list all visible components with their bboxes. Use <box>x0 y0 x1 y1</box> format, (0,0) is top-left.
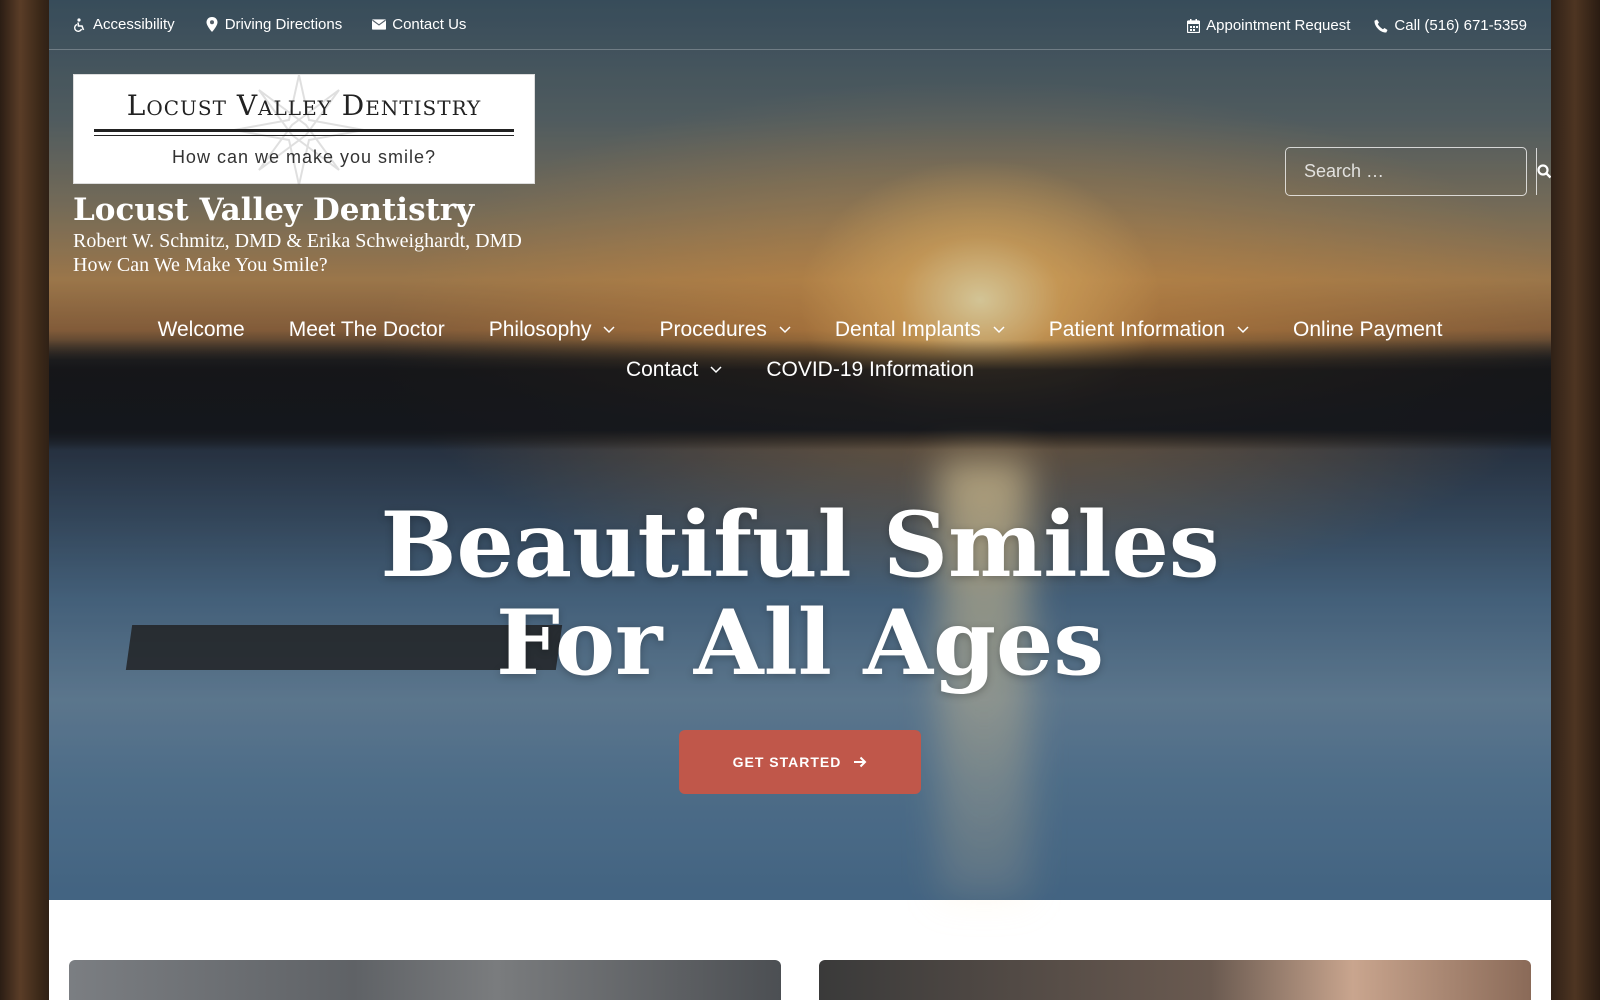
driving-directions-label: Driving Directions <box>224 16 343 33</box>
nav-item-patient-information[interactable]: Patient Information <box>1049 318 1249 342</box>
site-description: Robert W. Schmitz, DMD & Erika Schweigha… <box>73 229 522 277</box>
calendar-icon <box>1186 18 1200 33</box>
appointment-request-link[interactable]: Appointment Request <box>1186 17 1350 34</box>
site-doctors: Robert W. Schmitz, DMD & Erika Schweigha… <box>73 230 522 252</box>
site-slogan: How Can We Make You Smile? <box>73 254 328 276</box>
phone-icon <box>1374 19 1388 33</box>
hero-headline-line-1: Beautiful Smiles <box>380 492 1220 598</box>
nav-item-contact[interactable]: Contact <box>626 358 722 382</box>
nav-item-label: Philosophy <box>488 318 592 341</box>
envelope-icon <box>372 18 387 32</box>
top-bar-right-links: Appointment Request Call (516) 671-5359 <box>1186 17 1527 34</box>
chevron-down-icon <box>603 326 615 334</box>
nav-item-label: Welcome <box>157 318 245 341</box>
search-form <box>1285 147 1551 196</box>
contact-us-label: Contact Us <box>392 16 467 33</box>
site-title[interactable]: Locust Valley Dentistry <box>73 192 474 228</box>
nav-item-label: Procedures <box>659 318 767 341</box>
map-marker-icon <box>205 17 219 32</box>
accessibility-label: Accessibility <box>93 16 175 33</box>
call-phone-label: Call (516) 671-5359 <box>1394 17 1527 34</box>
nav-item-covid-19-information[interactable]: COVID-19 Information <box>766 358 974 382</box>
nav-item-dental-implants[interactable]: Dental Implants <box>835 318 1005 342</box>
nav-item-label: COVID-19 Information <box>766 358 975 381</box>
nav-item-label: Meet The Doctor <box>288 318 445 341</box>
appointment-request-label: Appointment Request <box>1206 17 1351 34</box>
accessibility-link[interactable]: Accessibility <box>73 16 175 33</box>
logo-rule-thin <box>94 135 514 136</box>
main-nav-row-1: Welcome Meet The Doctor Philosophy Proce… <box>49 318 1551 342</box>
chevron-down-icon <box>993 326 1005 334</box>
feature-card-image-2[interactable] <box>819 960 1531 1000</box>
wheelchair-icon <box>73 17 87 32</box>
search-icon <box>1537 164 1551 179</box>
contact-us-link[interactable]: Contact Us <box>372 16 466 33</box>
nav-item-procedures[interactable]: Procedures <box>659 318 791 342</box>
driving-directions-link[interactable]: Driving Directions <box>205 16 343 33</box>
search-input[interactable] <box>1286 148 1536 195</box>
search-submit-button[interactable] <box>1536 148 1551 195</box>
nav-item-label: Online Payment <box>1293 318 1443 341</box>
arrow-right-icon <box>854 756 867 768</box>
chevron-down-icon <box>710 366 722 374</box>
nav-item-meet-the-doctor[interactable]: Meet The Doctor <box>289 318 445 342</box>
hero-headline-line-2: For All Ages <box>496 590 1104 696</box>
nav-item-label: Patient Information <box>1048 318 1226 341</box>
main-nav-row-2: Contact COVID-19 Information <box>49 358 1551 382</box>
page: Accessibility Driving Directions Contact… <box>49 0 1551 1000</box>
nav-item-label: Contact <box>625 358 699 381</box>
hero-headline: Beautiful Smiles For All Ages <box>49 496 1551 692</box>
chevron-down-icon <box>1237 326 1249 334</box>
chevron-down-icon <box>779 326 791 334</box>
top-utility-bar: Accessibility Driving Directions Contact… <box>49 0 1551 50</box>
get-started-button[interactable]: GET STARTED <box>679 730 921 794</box>
call-phone-link[interactable]: Call (516) 671-5359 <box>1374 17 1527 34</box>
get-started-label: GET STARTED <box>732 754 842 770</box>
nav-item-welcome[interactable]: Welcome <box>158 318 245 342</box>
nav-item-online-payment[interactable]: Online Payment <box>1293 318 1442 342</box>
site-logo[interactable]: Locust Valley Dentistry How can we make … <box>73 74 535 185</box>
logo-rule-thick <box>94 129 514 132</box>
nav-item-philosophy[interactable]: Philosophy <box>489 318 616 342</box>
logo-title: Locust Valley Dentistry <box>126 89 482 122</box>
feature-card-image-1[interactable] <box>69 960 781 1000</box>
top-bar-left-links: Accessibility Driving Directions Contact… <box>73 16 466 33</box>
nav-item-label: Dental Implants <box>834 318 981 341</box>
logo-tagline: How can we make you smile? <box>171 147 437 167</box>
